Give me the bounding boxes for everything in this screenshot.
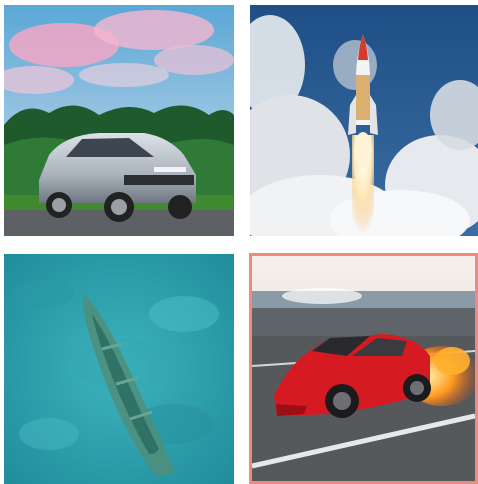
rocket-launch-photo-icon xyxy=(250,5,478,236)
silver-sedan-photo-icon xyxy=(4,5,234,236)
sunken-canoe-photo-icon xyxy=(4,254,234,484)
image-tile-boat[interactable] xyxy=(4,254,234,484)
red-supercar-photo-icon xyxy=(252,256,475,481)
image-grid xyxy=(0,0,478,484)
image-tile-supercar[interactable] xyxy=(249,253,478,484)
image-tile-rocket[interactable] xyxy=(250,5,478,236)
image-tile-car[interactable] xyxy=(4,5,234,236)
